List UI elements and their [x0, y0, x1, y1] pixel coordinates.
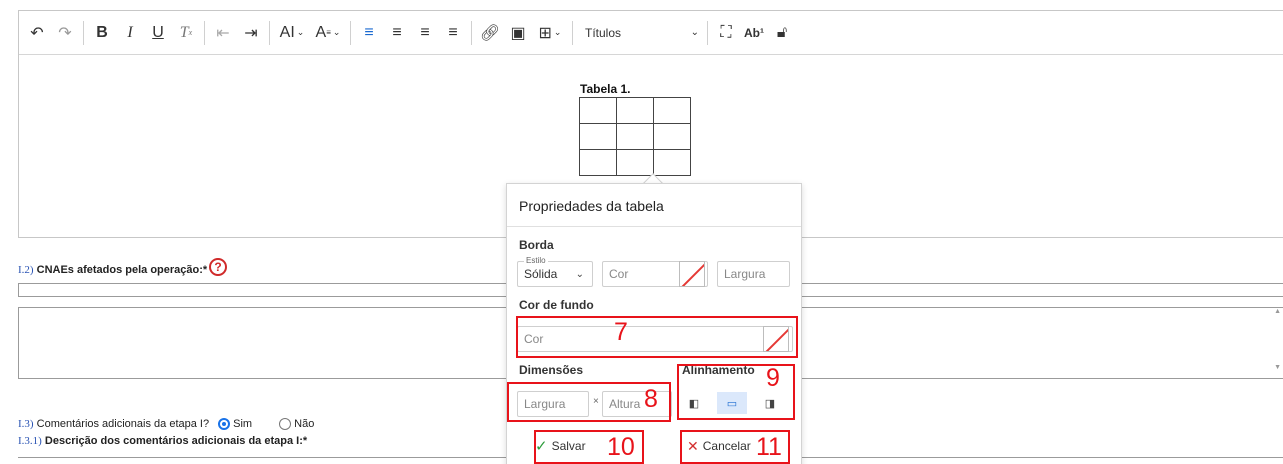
- question-number: I.3.1): [18, 435, 42, 447]
- link-icon[interactable]: 🔗︎: [478, 18, 502, 48]
- background-section-label: Cor de fundo: [519, 298, 594, 312]
- align-justify-icon[interactable]: ≡: [441, 18, 465, 48]
- chevron-down-icon: ⌄: [690, 27, 699, 38]
- border-section-label: Borda: [519, 238, 554, 252]
- toolbar-divider: [707, 20, 708, 45]
- help-icon[interactable]: ?: [209, 258, 227, 276]
- insert-image-icon[interactable]: ▣: [506, 18, 530, 48]
- table-caption: Tabela 1.: [580, 82, 631, 96]
- toolbar-divider: [572, 20, 573, 45]
- annotation-number: 9: [766, 364, 780, 392]
- question-text: Descrição dos comentários adicionais da …: [44, 435, 308, 447]
- radio-yes[interactable]: [218, 418, 231, 431]
- question-text: Comentários adicionais da etapa I?: [36, 418, 210, 430]
- border-style-legend: Estilo: [524, 256, 548, 265]
- redo-icon[interactable]: ↷: [53, 18, 77, 48]
- annotation-number: 11: [756, 433, 782, 461]
- clear-format-icon[interactable]: Tx: [174, 18, 198, 48]
- border-color-placeholder: Cor: [609, 267, 629, 281]
- align-center-icon[interactable]: ≡: [385, 18, 409, 48]
- italic-button[interactable]: I: [118, 18, 142, 48]
- annotation-box: [516, 316, 798, 358]
- question-label: I.2) CNAEs afetados pela operação:*: [18, 264, 207, 276]
- undo-icon[interactable]: ↶: [25, 18, 49, 48]
- underline-button[interactable]: U: [146, 18, 170, 48]
- border-style-value: Sólida: [524, 267, 558, 281]
- dimensions-section-label: Dimensões: [519, 363, 584, 377]
- scroll-down-arrow-icon[interactable]: ▼: [1274, 364, 1281, 371]
- annotation-number: 8: [644, 385, 658, 413]
- font-size-dropdown[interactable]: AI ⌄: [276, 18, 308, 48]
- align-left-icon[interactable]: ≡: [357, 18, 381, 48]
- radio-yes-label: Sim: [233, 418, 253, 430]
- radio-no-label: Não: [294, 418, 315, 430]
- toolbar-divider: [204, 20, 205, 45]
- radio-no[interactable]: [279, 418, 292, 431]
- toolbar-divider: [471, 20, 472, 45]
- editor-toolbar: ↶ ↷ B I U Tx ⇤ ⇥ AI ⌄ A ≡ ⌄ ≡ ≡ ≡ ≡ 🔗︎ ▣ ⊞ ⌄…: [19, 11, 1283, 55]
- inserted-table[interactable]: [579, 97, 691, 176]
- align-right-icon[interactable]: ≡: [413, 18, 437, 48]
- annotation-number: 7: [614, 318, 628, 346]
- border-color-swatch-icon[interactable]: [679, 261, 705, 287]
- popup-divider: [507, 226, 801, 227]
- question-text: CNAEs afetados pela operação:*: [36, 264, 208, 276]
- bold-button[interactable]: B: [90, 18, 114, 48]
- headings-label: Títulos: [585, 25, 622, 40]
- border-width-input[interactable]: Largura: [717, 261, 790, 287]
- question-number: I.3): [18, 418, 34, 430]
- toolbar-divider: [350, 20, 351, 45]
- annotation-number: 10: [607, 433, 635, 461]
- toolbar-divider: [83, 20, 84, 45]
- toolbar-divider: [269, 20, 270, 45]
- border-width-placeholder: Largura: [724, 267, 766, 281]
- superscript-button[interactable]: Ab¹: [742, 18, 766, 48]
- chevron-down-icon: ⌄: [575, 268, 584, 280]
- question-label: I.3.1) Descrição dos comentários adicion…: [18, 435, 307, 447]
- headings-dropdown[interactable]: Títulos ⌄: [577, 19, 703, 47]
- popup-title: Propriedades da tabela: [519, 198, 664, 214]
- lock-icon[interactable]: 🔓︎: [770, 18, 794, 48]
- table-dropdown[interactable]: ⊞ ⌄: [534, 18, 566, 48]
- text-color-dropdown[interactable]: A ≡ ⌄: [312, 18, 344, 48]
- fullscreen-icon[interactable]: ⛶: [714, 18, 738, 48]
- border-style-select[interactable]: Estilo Sólida ⌄: [517, 256, 593, 287]
- indent-icon[interactable]: ⇥: [239, 18, 263, 48]
- scroll-up-arrow-icon[interactable]: ▲: [1274, 308, 1281, 315]
- outdent-icon[interactable]: ⇤: [211, 18, 235, 48]
- question-label: I.3) Comentários adicionais da etapa I? …: [18, 418, 315, 431]
- question-number: I.2): [18, 264, 34, 276]
